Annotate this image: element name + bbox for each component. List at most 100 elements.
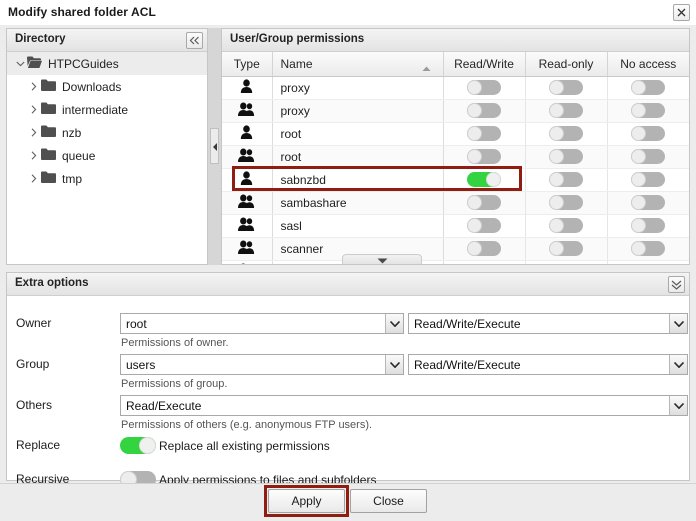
cell-no-access[interactable] xyxy=(607,214,689,237)
others-permission-select[interactable]: Read/Execute xyxy=(120,395,688,416)
cell-read-only[interactable] xyxy=(525,76,607,99)
read-only-switch[interactable] xyxy=(549,241,583,256)
tree-item-queue[interactable]: queue xyxy=(7,144,207,167)
directory-collapse-button[interactable] xyxy=(186,32,203,49)
cell-no-access[interactable] xyxy=(607,168,689,191)
read-only-switch[interactable] xyxy=(549,103,583,118)
tree-expander-collapsed[interactable] xyxy=(27,144,41,167)
read-write-switch[interactable] xyxy=(467,126,501,141)
table-row[interactable]: sabnzbd xyxy=(222,168,689,191)
read-write-switch[interactable] xyxy=(467,149,501,164)
read-only-switch[interactable] xyxy=(549,126,583,141)
cell-read-only[interactable] xyxy=(525,145,607,168)
cell-read-write[interactable] xyxy=(443,145,525,168)
extra-options-collapse-button[interactable] xyxy=(668,276,685,293)
table-row[interactable]: proxy xyxy=(222,76,689,99)
column-header-read-write[interactable]: Read/Write xyxy=(443,52,525,76)
tree-item-htpcguides[interactable]: HTPCGuides xyxy=(7,52,207,75)
cell-read-only[interactable] xyxy=(525,260,607,264)
cell-no-access[interactable] xyxy=(607,260,689,264)
no-access-switch[interactable] xyxy=(631,126,665,141)
splitter-handle[interactable] xyxy=(210,128,219,164)
read-write-switch[interactable] xyxy=(467,218,501,233)
read-only-switch[interactable] xyxy=(549,80,583,95)
read-only-switch[interactable] xyxy=(549,195,583,210)
folder-icon-wrap xyxy=(41,148,56,163)
collapse-left-arrow-icon xyxy=(212,143,219,151)
cell-no-access[interactable] xyxy=(607,237,689,260)
cell-read-write[interactable] xyxy=(443,99,525,122)
column-header-no-access[interactable]: No access xyxy=(607,52,689,76)
folder-icon xyxy=(41,171,56,183)
no-access-switch[interactable] xyxy=(631,172,665,187)
read-write-switch[interactable] xyxy=(467,241,501,256)
switch-knob xyxy=(486,172,501,187)
replace-switch[interactable] xyxy=(120,437,156,454)
cell-no-access[interactable] xyxy=(607,145,689,168)
read-only-switch[interactable] xyxy=(549,149,583,164)
cell-read-write[interactable] xyxy=(443,191,525,214)
cell-read-only[interactable] xyxy=(525,214,607,237)
cell-read-write[interactable] xyxy=(443,214,525,237)
table-row[interactable]: root xyxy=(222,145,689,168)
close-window-button[interactable] xyxy=(673,4,690,21)
group-user-select[interactable]: users xyxy=(120,354,404,375)
owner-permission-select[interactable]: Read/Write/Execute xyxy=(408,313,688,334)
tree-expander-collapsed[interactable] xyxy=(27,121,41,144)
column-header-name[interactable]: Name xyxy=(272,52,443,76)
no-access-switch[interactable] xyxy=(631,80,665,95)
panel-splitter[interactable] xyxy=(208,28,221,265)
read-write-switch[interactable] xyxy=(467,103,501,118)
column-header-type[interactable]: Type xyxy=(222,52,272,76)
no-access-switch[interactable] xyxy=(631,218,665,233)
read-only-switch[interactable] xyxy=(549,172,583,187)
apply-button[interactable]: Apply xyxy=(268,489,345,513)
cell-no-access[interactable] xyxy=(607,76,689,99)
read-write-switch[interactable] xyxy=(467,195,501,210)
table-scroll-down-button[interactable] xyxy=(342,254,422,264)
table-row[interactable]: proxy xyxy=(222,99,689,122)
table-row[interactable]: root xyxy=(222,122,689,145)
cell-read-only[interactable] xyxy=(525,99,607,122)
table-row[interactable]: shadow xyxy=(222,260,689,264)
cell-no-access[interactable] xyxy=(607,99,689,122)
table-row[interactable]: sambashare xyxy=(222,191,689,214)
tree-expander-collapsed[interactable] xyxy=(27,75,41,98)
tree-item-nzb[interactable]: nzb xyxy=(7,121,207,144)
no-access-switch[interactable] xyxy=(631,149,665,164)
read-only-switch[interactable] xyxy=(549,218,583,233)
tree-item-tmp[interactable]: tmp xyxy=(7,167,207,190)
switch-knob xyxy=(467,241,482,256)
cell-read-write[interactable] xyxy=(443,260,525,264)
read-write-switch[interactable] xyxy=(467,172,501,187)
cell-read-only[interactable] xyxy=(525,191,607,214)
tree-expander-collapsed[interactable] xyxy=(27,167,41,190)
cell-no-access[interactable] xyxy=(607,122,689,145)
column-header-read-only[interactable]: Read-only xyxy=(525,52,607,76)
owner-user-select[interactable]: root xyxy=(120,313,404,334)
cell-read-write[interactable] xyxy=(443,76,525,99)
cell-no-access[interactable] xyxy=(607,191,689,214)
read-write-switch[interactable] xyxy=(467,80,501,95)
cell-read-only[interactable] xyxy=(525,237,607,260)
table-row[interactable]: scanner xyxy=(222,237,689,260)
cell-read-only[interactable] xyxy=(525,122,607,145)
cell-read-only[interactable] xyxy=(525,168,607,191)
replace-toggle[interactable] xyxy=(120,437,156,454)
tree-expander-expanded[interactable] xyxy=(13,52,27,75)
no-access-switch[interactable] xyxy=(631,103,665,118)
group-permission-select[interactable]: Read/Write/Execute xyxy=(408,354,688,375)
switch-knob xyxy=(631,126,646,141)
switch-knob xyxy=(549,103,564,118)
cell-read-write[interactable] xyxy=(443,168,525,191)
tree-item-downloads[interactable]: Downloads xyxy=(7,75,207,98)
tree-item-intermediate[interactable]: intermediate xyxy=(7,98,207,121)
tree-expander-collapsed[interactable] xyxy=(27,98,41,121)
table-row[interactable]: sasl xyxy=(222,214,689,237)
directory-tree[interactable]: HTPCGuidesDownloadsintermediatenzbqueuet… xyxy=(7,52,207,264)
no-access-switch[interactable] xyxy=(631,241,665,256)
close-button[interactable]: Close xyxy=(350,489,427,513)
cell-read-write[interactable] xyxy=(443,237,525,260)
cell-read-write[interactable] xyxy=(443,122,525,145)
no-access-switch[interactable] xyxy=(631,195,665,210)
